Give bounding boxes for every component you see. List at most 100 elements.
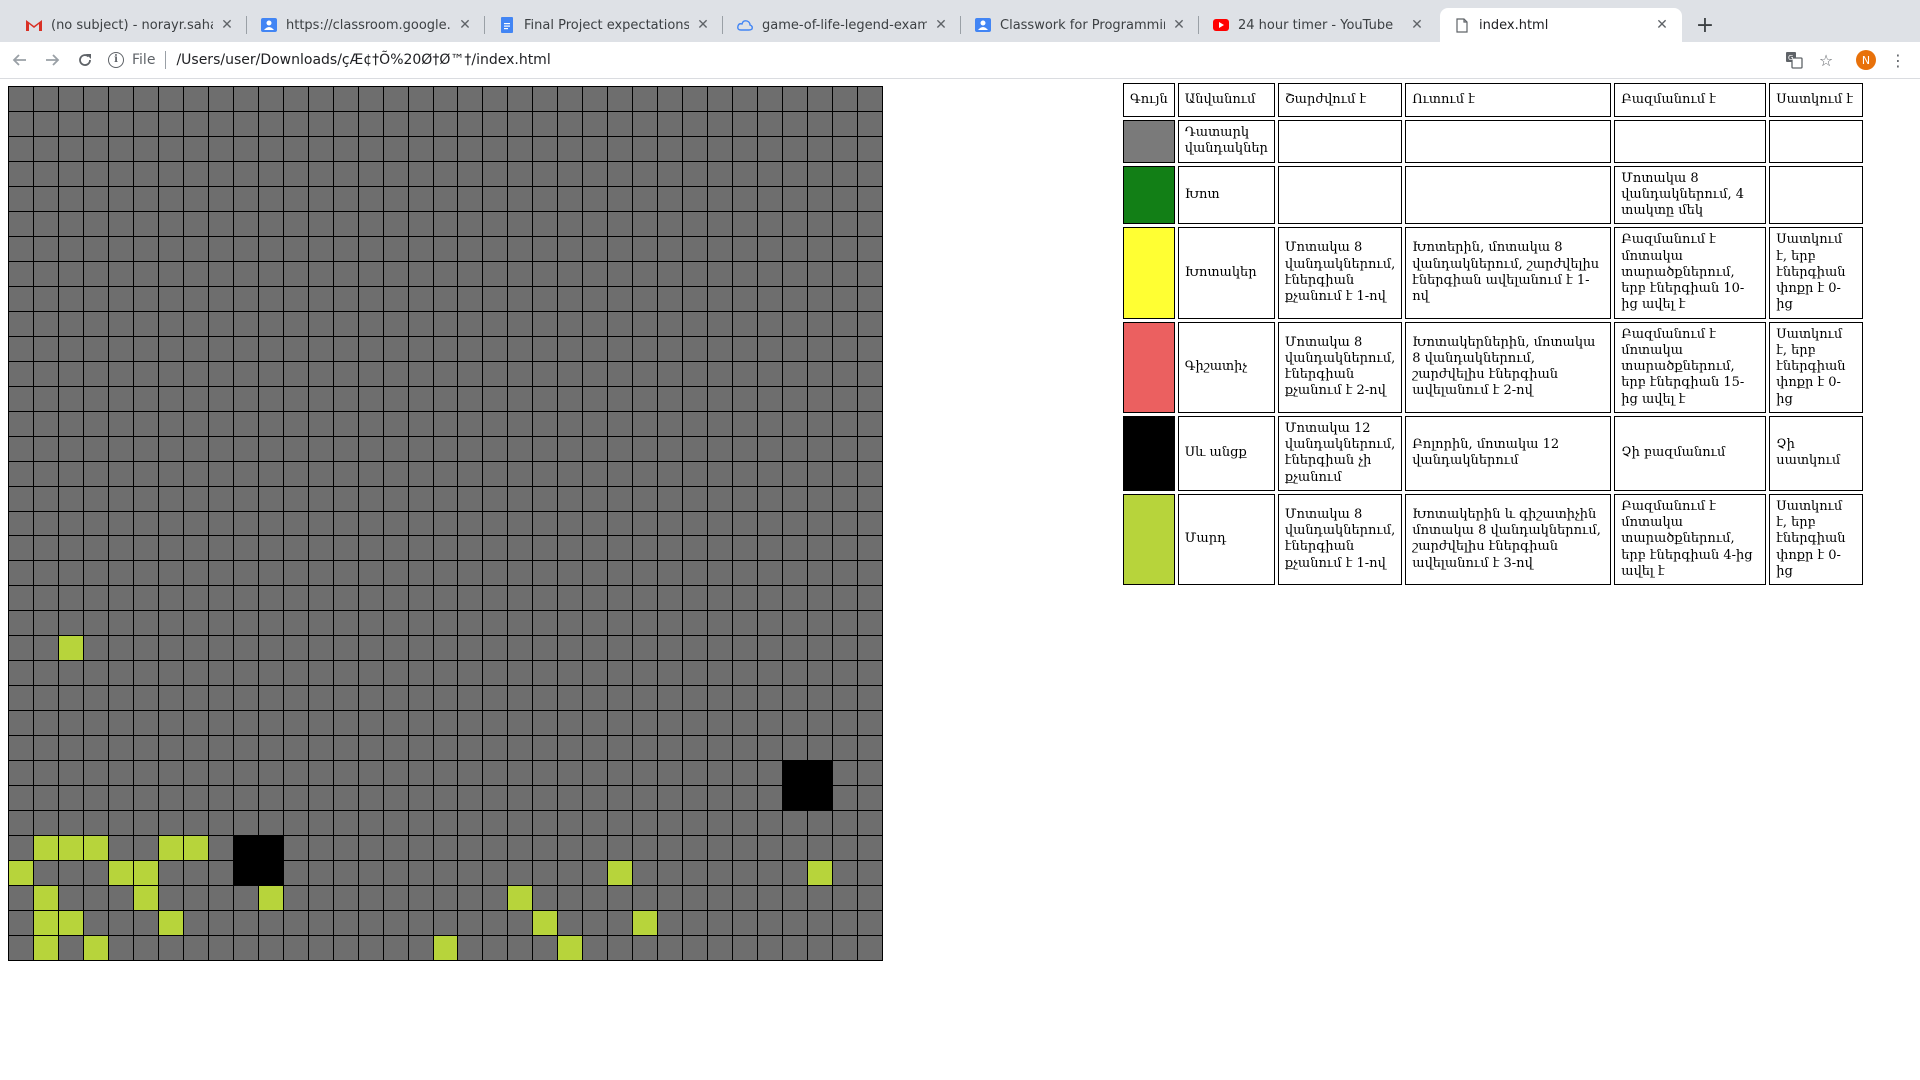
menu-kebab-icon[interactable]: ⋮: [1888, 50, 1908, 70]
grid-cell: [583, 311, 608, 336]
close-tab-icon[interactable]: ✕: [1171, 17, 1187, 33]
grid-cell: [333, 561, 358, 586]
grid-cell: [658, 486, 683, 511]
grid-cell: [333, 436, 358, 461]
grid-cell: [158, 886, 183, 911]
back-icon[interactable]: [8, 48, 32, 72]
grid-cell: [583, 186, 608, 211]
grid-cell: [783, 561, 808, 586]
grid-cell: [158, 486, 183, 511]
reload-icon[interactable]: [73, 48, 97, 72]
grid-cell: [308, 786, 333, 811]
close-tab-icon[interactable]: ✕: [457, 17, 473, 33]
file-icon: [1454, 17, 1470, 33]
grid-cell: [233, 161, 258, 186]
grid-cell: [9, 536, 33, 561]
tab-title: (no subject) - norayr.sahakyan: [51, 17, 213, 33]
grid-cell: [558, 611, 583, 636]
grid-cell: [208, 161, 233, 186]
grid-cell: [358, 911, 383, 936]
grid-cell: [83, 286, 108, 311]
grid-cell: [433, 536, 458, 561]
grid-cell: [258, 636, 283, 661]
grid-cell: [308, 311, 333, 336]
grid-cell: [508, 711, 533, 736]
tab-classwork[interactable]: Classwork for Programming || A ✕: [961, 8, 1199, 42]
close-tab-icon[interactable]: ✕: [1409, 17, 1425, 33]
grid-cell: [658, 336, 683, 361]
grid-cell: [633, 211, 658, 236]
address-bar[interactable]: i File /Users/user/Downloads/çÆ¢†Õ%20Ø†Ø…: [108, 46, 1768, 74]
close-tab-icon[interactable]: ✕: [1654, 17, 1670, 33]
grid-cell: [208, 561, 233, 586]
grid-cell: [608, 87, 633, 111]
tab-gmail[interactable]: (no subject) - norayr.sahakyan ✕: [12, 8, 247, 42]
grid-cell: [583, 336, 608, 361]
legend-row: Դատարկ վանդակներ: [1123, 120, 1864, 163]
legend-cell-eats: Խոտակերին և գիշատիչին մոտակա 8 վանդակներ…: [1405, 493, 1612, 585]
grid-cell: [783, 736, 808, 761]
forward-icon[interactable]: [40, 48, 64, 72]
close-tab-icon[interactable]: ✕: [219, 17, 235, 33]
grid-cell: [758, 636, 783, 661]
grid-cell: [183, 911, 208, 936]
grid-cell: [283, 861, 308, 886]
grid-cell: [58, 261, 83, 286]
translate-icon[interactable]: G: [1784, 50, 1804, 70]
grid-cell: [433, 286, 458, 311]
grid-cell: [158, 136, 183, 161]
grid-cell: [408, 211, 433, 236]
grid-cell: [383, 886, 408, 911]
grid-cell: [308, 436, 333, 461]
grid-cell: [608, 111, 633, 136]
grid-cell: [208, 861, 233, 886]
tab-index-html[interactable]: index.html ✕: [1440, 8, 1682, 42]
grid-cell: [9, 411, 33, 436]
grid-cell: [233, 286, 258, 311]
grid-cell: [833, 311, 858, 336]
grid-cell: [308, 636, 333, 661]
grid-cell: [808, 286, 833, 311]
profile-avatar[interactable]: N: [1856, 50, 1876, 70]
tab-youtube[interactable]: 24 hour timer - YouTube ✕: [1199, 8, 1437, 42]
grid-cell: [33, 336, 58, 361]
grid-cell: [508, 636, 533, 661]
grid-cell: [658, 361, 683, 386]
info-icon[interactable]: i: [108, 52, 124, 68]
grid-cell: [783, 861, 808, 886]
grid-cell: [458, 586, 483, 611]
grid-cell: [733, 161, 758, 186]
grid-cell: [758, 861, 783, 886]
grid-cell: [183, 161, 208, 186]
close-tab-icon[interactable]: ✕: [933, 17, 949, 33]
tab-legend-example[interactable]: game-of-life-legend-example ✕: [723, 8, 961, 42]
legend-cell-name: Խոտ: [1177, 165, 1275, 225]
grid-cell: [658, 586, 683, 611]
grid-cell: [783, 211, 808, 236]
new-tab-button[interactable]: +: [1692, 12, 1718, 38]
grid-cell: [783, 436, 808, 461]
grid-cell: [608, 686, 633, 711]
grid-cell: [208, 411, 233, 436]
bookmark-star-icon[interactable]: ☆: [1816, 50, 1836, 70]
grid-cell: [183, 811, 208, 836]
legend-cell-eats: Խոտերին, մոտակա 8 վանդակներում, շարժվելի…: [1405, 227, 1612, 319]
grid-cell: [833, 761, 858, 786]
grid-cell: [583, 886, 608, 911]
tab-docs[interactable]: Final Project expectations/Աշ ✕: [485, 8, 723, 42]
grid-cell: [508, 736, 533, 761]
grid-cell: [158, 811, 183, 836]
tab-classroom[interactable]: https://classroom.google.com/ ✕: [247, 8, 485, 42]
grid-cell: [383, 561, 408, 586]
close-tab-icon[interactable]: ✕: [695, 17, 711, 33]
grid-cell: [183, 436, 208, 461]
grid-cell: [258, 711, 283, 736]
grid-cell: [108, 361, 133, 386]
grid-cell: [533, 161, 558, 186]
grid-cell: [58, 936, 83, 960]
grid-cell: [758, 87, 783, 111]
grid-cell: [158, 411, 183, 436]
grid-cell: [833, 511, 858, 536]
grid-cell: [333, 911, 358, 936]
grid-cell: [58, 161, 83, 186]
